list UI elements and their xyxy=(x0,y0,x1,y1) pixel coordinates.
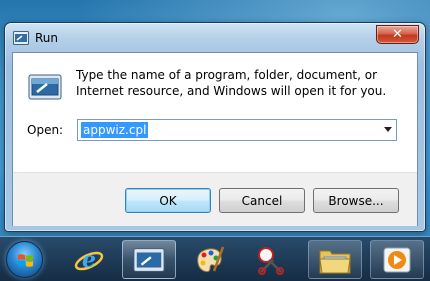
taskbar-paint[interactable] xyxy=(182,240,236,279)
paint-icon xyxy=(197,246,225,272)
windows-explorer-icon xyxy=(319,250,351,273)
ok-button[interactable]: OK xyxy=(125,188,211,213)
run-dialog-icon xyxy=(133,247,165,272)
close-button[interactable]: ✕ xyxy=(376,25,419,44)
taskbar: e xyxy=(0,236,430,281)
media-player-icon xyxy=(383,247,411,272)
run-icon xyxy=(13,31,29,45)
instructions-text: Type the name of a program, folder, docu… xyxy=(76,68,387,98)
start-button[interactable] xyxy=(6,241,43,278)
windows-logo-icon xyxy=(18,254,33,267)
taskbar-internet-explorer[interactable]: e xyxy=(62,240,116,279)
taskbar-media-player[interactable] xyxy=(370,240,424,279)
run-icon xyxy=(28,74,62,100)
window-title: Run xyxy=(35,31,59,45)
chevron-down-icon[interactable] xyxy=(384,127,392,132)
open-input[interactable]: appwiz.cpl xyxy=(81,122,149,138)
taskbar-snipping-tool[interactable] xyxy=(244,240,298,279)
taskbar-run-dialog[interactable] xyxy=(122,240,176,279)
open-combobox[interactable]: appwiz.cpl xyxy=(77,119,397,141)
browse-button[interactable]: Browse... xyxy=(313,188,399,213)
cancel-button[interactable]: Cancel xyxy=(219,188,305,213)
title-bar[interactable]: Run ✕ xyxy=(5,23,425,51)
taskbar-windows-explorer[interactable] xyxy=(308,240,362,279)
open-label: Open: xyxy=(27,123,64,137)
close-icon: ✕ xyxy=(392,27,403,42)
internet-explorer-icon: e xyxy=(74,247,104,273)
run-dialog: Run ✕ Type the name of a program, folder… xyxy=(4,22,426,232)
svg-text:e: e xyxy=(82,247,96,273)
snipping-tool-icon xyxy=(258,246,284,275)
